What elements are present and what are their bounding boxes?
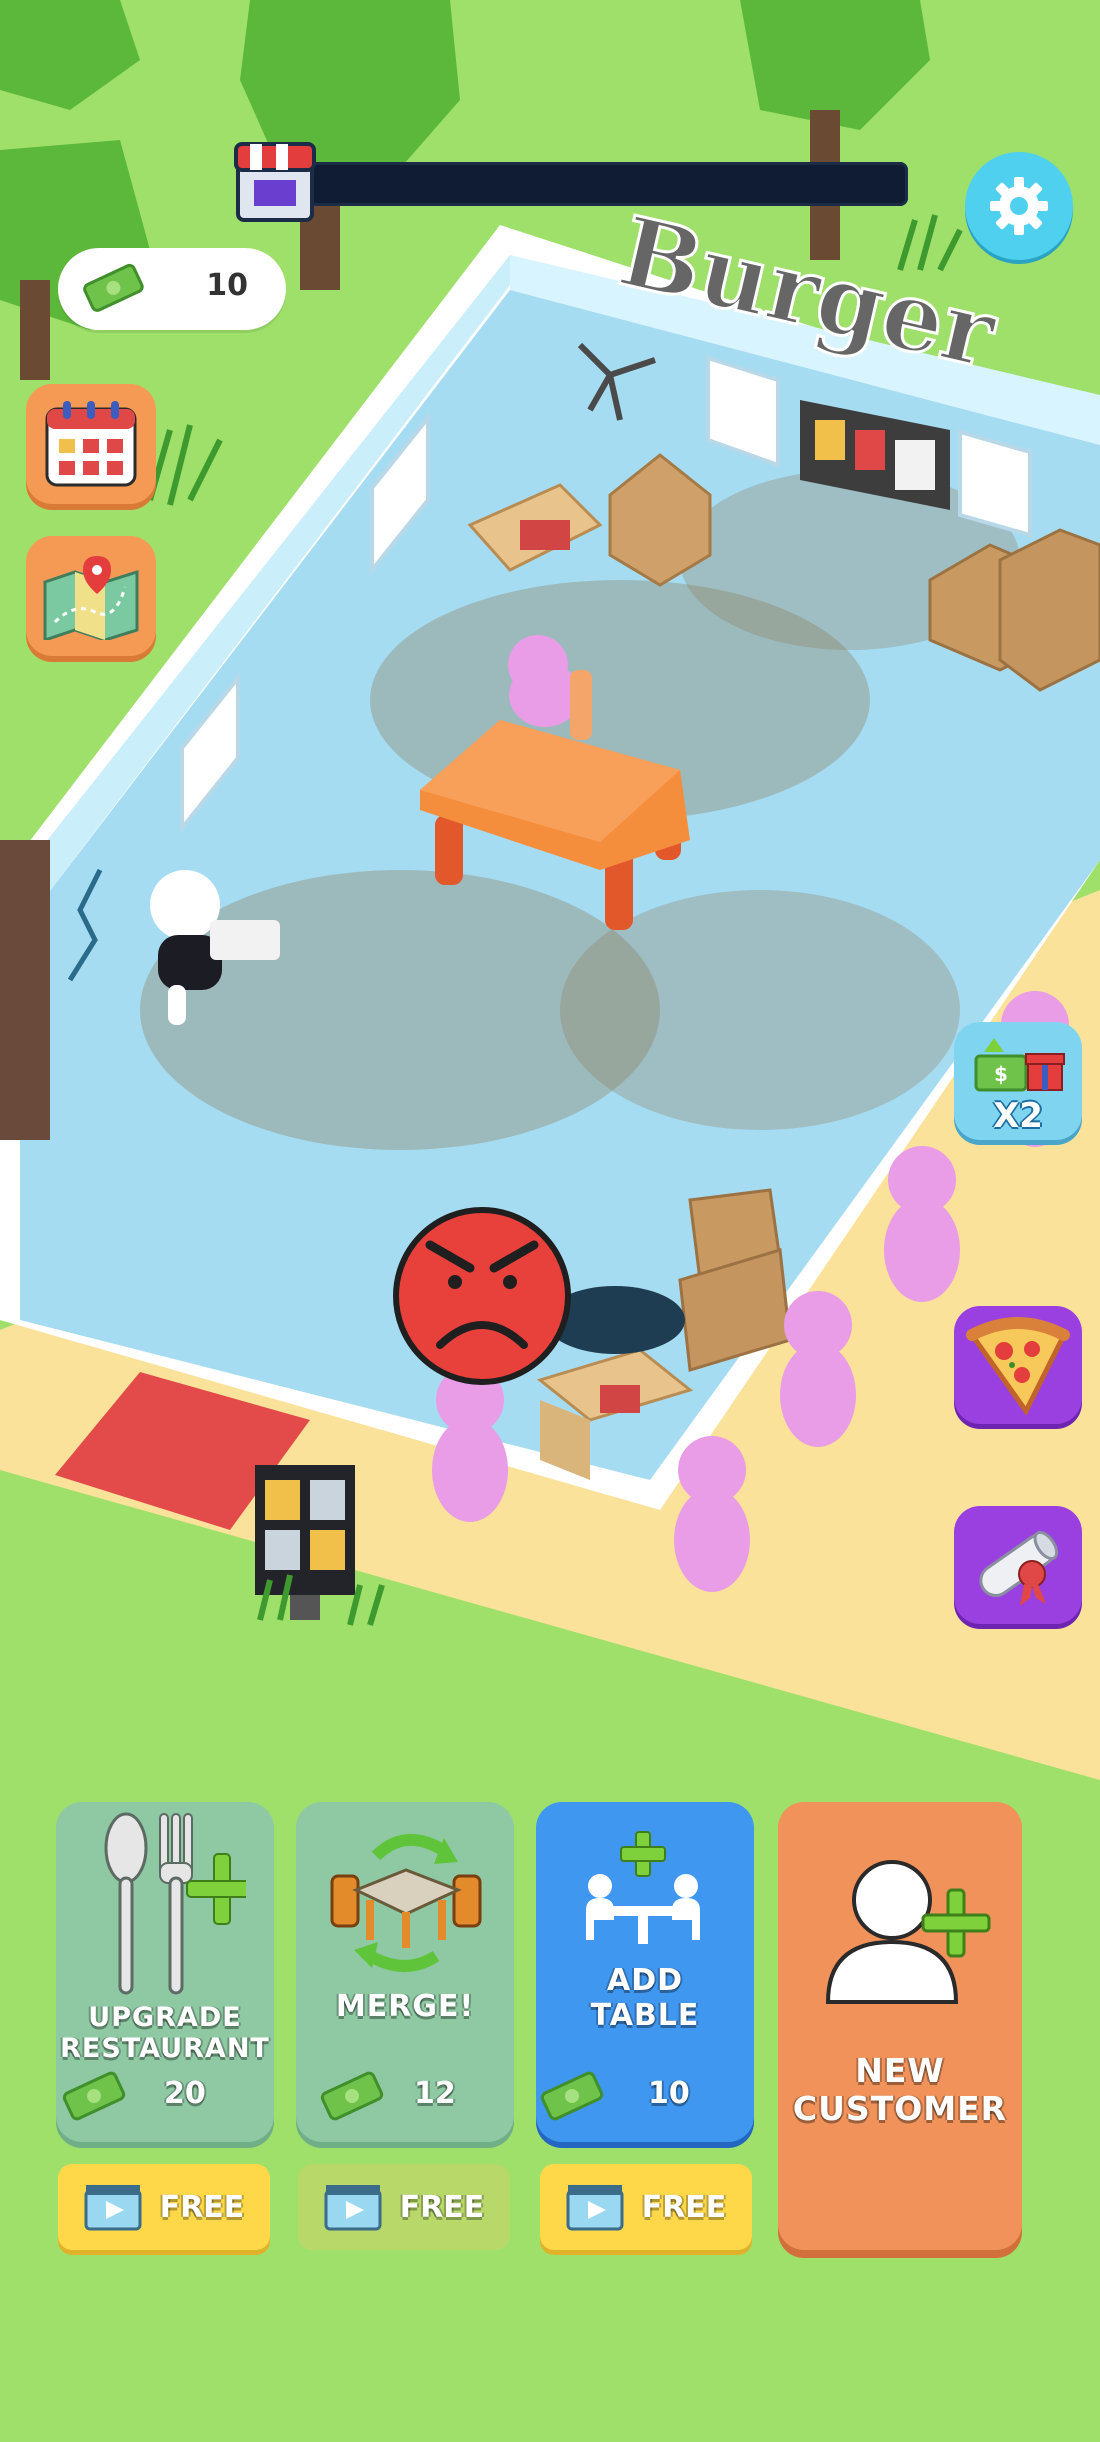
merge-label: MERGE!: [335, 1989, 475, 2024]
upgrade-restaurant-button[interactable]: UPGRADE RESTAURANT 20: [56, 1802, 274, 2142]
map-button[interactable]: [26, 536, 156, 656]
new-customer-button[interactable]: NEW CUSTOMER: [778, 1802, 1022, 2250]
map-icon: [43, 556, 139, 640]
new-customer-label-line1: NEW: [855, 2051, 945, 2090]
merge-cost: 12: [414, 2076, 456, 2111]
cash-icon: [320, 2071, 384, 2121]
upgrade-cost: 20: [164, 2076, 206, 2111]
cash-icon: [83, 263, 144, 312]
add-table-button[interactable]: ADD TABLE 10: [536, 1802, 754, 2142]
pizza-button[interactable]: [954, 1306, 1082, 1424]
fork-spoon-plus-icon: [104, 1812, 246, 1995]
add-table-label: ADD TABLE: [536, 1963, 754, 2033]
door: [0, 840, 50, 1140]
calendar-icon: [45, 401, 137, 487]
video-ad-icon: [324, 2185, 382, 2231]
settings-button[interactable]: [965, 152, 1073, 260]
cash-icon: [540, 2071, 604, 2121]
gift-cash-icon: $: [974, 1038, 1065, 1092]
new-customer-label: NEW CUSTOMER: [778, 2052, 1022, 2128]
boost-x2-button[interactable]: $ X2: [954, 1022, 1082, 1140]
free-label: FREE: [641, 2189, 727, 2225]
cash-icon: [62, 2071, 126, 2121]
upgrade-label-line2: RESTAURANT: [60, 2033, 270, 2065]
free-add-table-button[interactable]: FREE: [540, 2164, 752, 2250]
person-plus-icon: [825, 1860, 991, 2004]
free-upgrade-button[interactable]: FREE: [58, 2164, 270, 2250]
level-progress-bar: [238, 162, 908, 206]
angry-face: [393, 1207, 571, 1385]
video-ad-icon: [84, 2185, 142, 2231]
upgrade-label-line1: UPGRADE: [88, 2002, 242, 2033]
new-customer-label-line2: CUSTOMER: [792, 2088, 1008, 2128]
upgrade-restaurant-label: UPGRADE RESTAURANT: [56, 2002, 274, 2064]
svg-text:$: $: [994, 1062, 1008, 1086]
merge-tables-icon: [330, 1834, 482, 1972]
diploma-button[interactable]: [954, 1506, 1082, 1624]
gear-icon: [990, 177, 1048, 235]
video-ad-icon: [566, 2185, 624, 2231]
add-table-label-line2: TABLE: [590, 1997, 700, 2033]
merge-button[interactable]: MERGE! 12: [296, 1802, 514, 2142]
boost-x2-label: X2: [993, 1096, 1043, 1136]
money-value: 10: [206, 268, 248, 303]
table-people-plus-icon: [586, 1831, 700, 1944]
free-label: FREE: [399, 2189, 485, 2225]
diploma-icon: [979, 1530, 1059, 1606]
calendar-button[interactable]: [26, 384, 156, 504]
store-icon: [232, 138, 318, 224]
free-merge-button[interactable]: FREE: [298, 2164, 510, 2250]
add-table-cost: 10: [648, 2076, 690, 2111]
free-label: FREE: [159, 2189, 245, 2225]
pizza-icon: [966, 1317, 1070, 1415]
add-table-label-line1: ADD: [606, 1963, 684, 1998]
